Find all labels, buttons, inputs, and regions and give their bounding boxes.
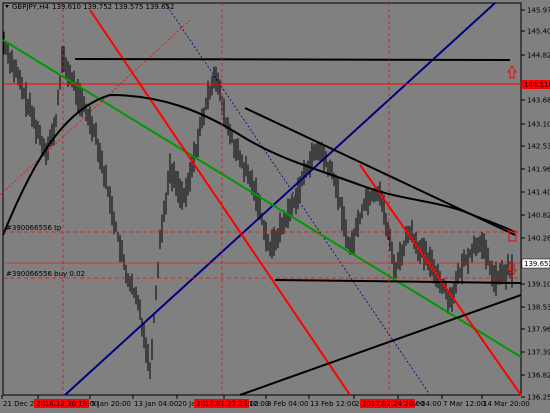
price-chart[interactable]: #390066556 tp #390066556 buy 0.02 GBPJPY…	[0, 0, 550, 413]
price-tick-label: 140.820	[527, 212, 550, 220]
chart-window[interactable]: #390066556 tp #390066556 buy 0.02 GBPJPY…	[0, 0, 550, 413]
arrow-up-icon	[507, 65, 517, 79]
time-tick-label: 13 Jan 04:00	[134, 400, 178, 408]
price-tick-label: 140.260	[527, 235, 550, 243]
time-highlight-label: 2017.02.24 20:00	[362, 400, 424, 408]
time-tick-label: 13 Feb 12:00	[310, 400, 356, 408]
tp-order-label: #390066556 tp	[6, 224, 62, 232]
price-tick-label: 143.680	[527, 97, 550, 105]
time-highlight-label: 2017.01.27 23:00	[196, 400, 258, 408]
price-tag-current-label: 139.652	[524, 260, 550, 268]
price-tick-label: 136.825	[527, 372, 550, 380]
price-tick-label: 144.820	[527, 52, 550, 60]
green-trendline[interactable]	[2, 39, 522, 358]
price-tick-label: 137.965	[527, 326, 550, 334]
blue-trendline[interactable]	[64, 2, 496, 396]
price-tick-label: 145.975	[527, 7, 550, 15]
ohlc-values: 139.610 139.752 139.575 139.652	[52, 3, 174, 11]
price-tick-label: 136.250	[527, 394, 550, 402]
symbol-label: GBPJPY,H4	[12, 3, 49, 11]
price-tick-label: 139.105	[527, 281, 550, 289]
time-tick-label: 14 Mar 20:00	[483, 400, 530, 408]
dropdown-triangle-icon	[5, 5, 9, 8]
price-axis[interactable]: 145.975 145.405 144.820 143.680 143.105 142.5…	[521, 7, 550, 402]
price-tick-label: 142.535	[527, 143, 550, 151]
price-tick-label: 141.960	[527, 166, 550, 174]
price-tick-label: 141.400	[527, 189, 550, 197]
price-tick-label: 145.405	[527, 28, 550, 36]
chart-header: GBPJPY,H4 139.610 139.752 139.575 139.65…	[5, 3, 174, 11]
buy-order-label: #390066556 buy 0.02	[6, 270, 85, 278]
price-tick-label: 138.535	[527, 304, 550, 312]
time-highlight-label: 2016.12.30 19:00	[36, 400, 98, 408]
price-tag-red-label: 144.110	[524, 81, 550, 89]
time-tick-label: 7 Mar 12:00	[443, 400, 485, 408]
black-ascending-line[interactable]	[239, 294, 522, 396]
black-horizontal-top[interactable]	[74, 58, 511, 61]
time-axis[interactable]: 21 Dec 20163 Jan 20175 Jan 20:0013 Jan 0…	[1, 395, 530, 408]
price-tick-label: 143.105	[527, 121, 550, 129]
dotted-trendline[interactable]	[164, 2, 431, 396]
price-tick-label: 137.395	[527, 349, 550, 357]
time-tick-label: 8 Feb 04:00	[267, 400, 308, 408]
